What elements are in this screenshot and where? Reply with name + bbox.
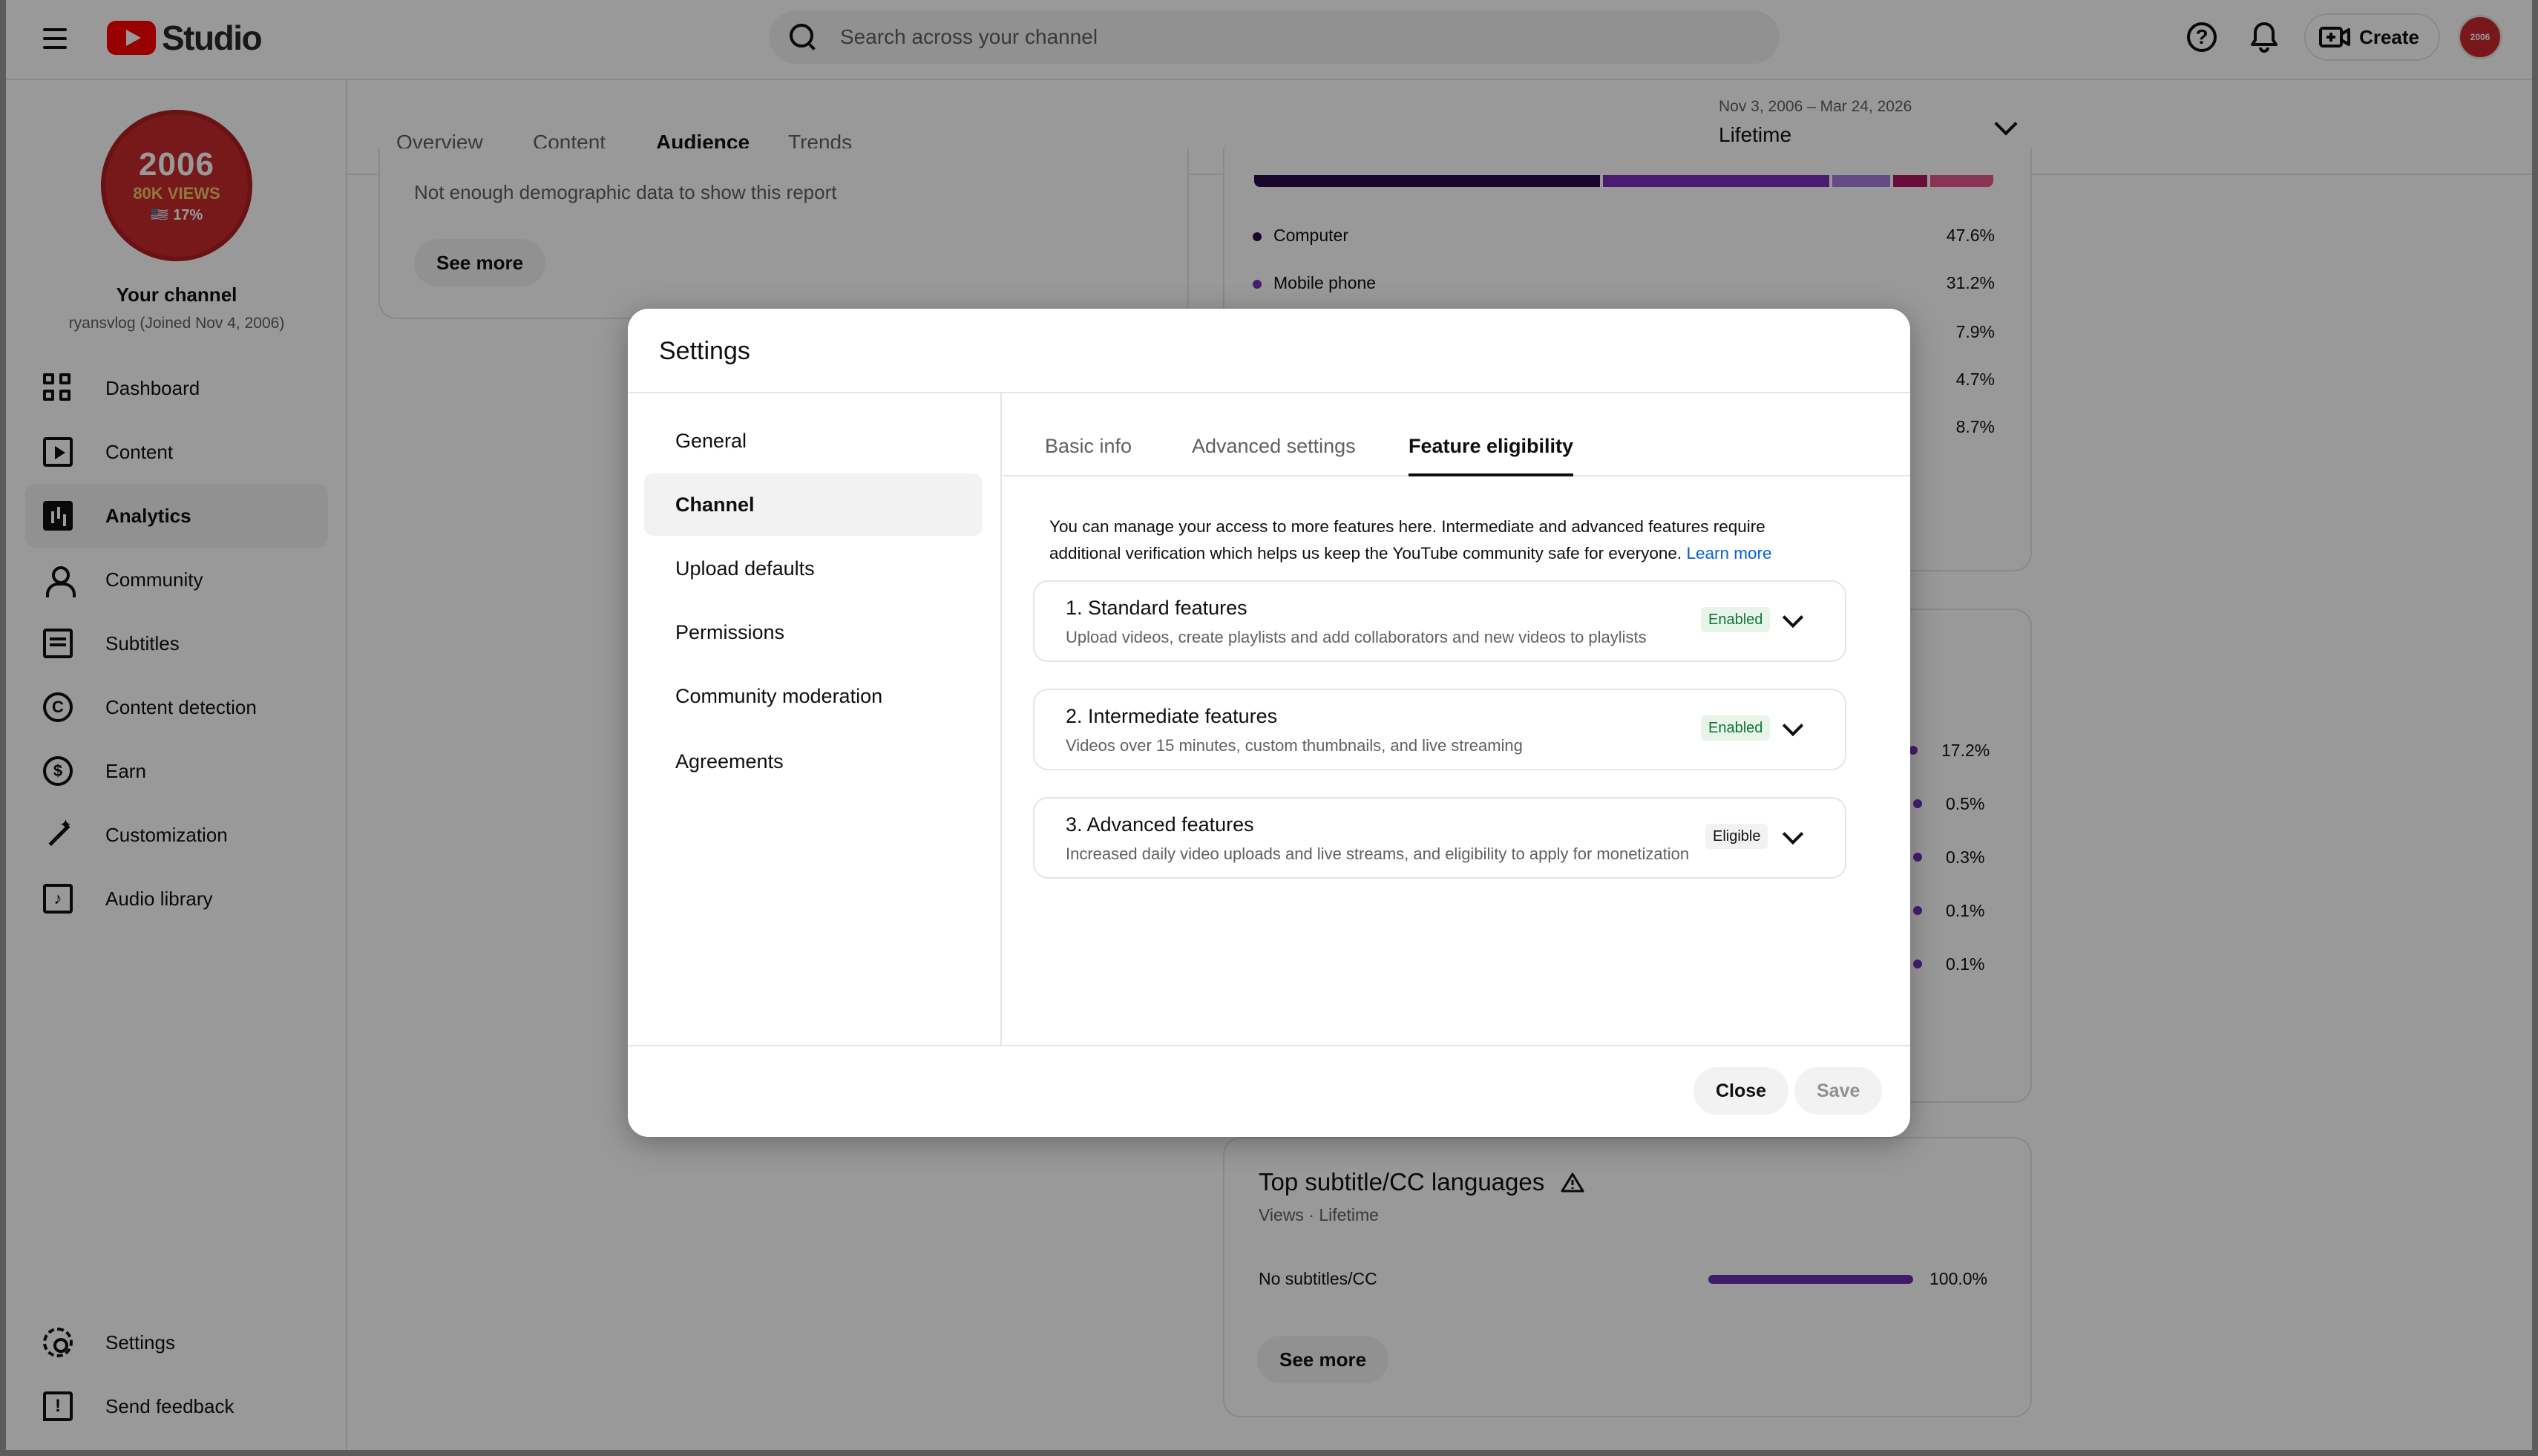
settings-menu-agreements[interactable]: Agreements — [644, 730, 983, 793]
status-badge: Enabled — [1701, 715, 1771, 741]
feature-title: 3. Advanced features — [1066, 813, 1254, 836]
close-button[interactable]: Close — [1693, 1067, 1789, 1115]
settings-menu-channel[interactable]: Channel — [644, 473, 983, 536]
standard-features-panel[interactable]: 1. Standard features Upload videos, crea… — [1033, 580, 1846, 662]
feature-description: Videos over 15 minutes, custom thumbnail… — [1066, 736, 1523, 755]
feature-eligibility-intro: You can manage your access to more featu… — [1049, 514, 1836, 567]
tab-advanced-settings[interactable]: Advanced settings — [1192, 435, 1356, 458]
feature-title: 2. Intermediate features — [1066, 705, 1278, 727]
chevron-down-icon[interactable] — [1782, 823, 1804, 845]
feature-description: Upload videos, create playlists and add … — [1066, 628, 1647, 646]
dialog-title: Settings — [659, 337, 750, 365]
channel-settings-tabs: Basic info Advanced settings Feature eli… — [1003, 393, 1910, 476]
feature-description: Increased daily video uploads and live s… — [1066, 845, 1690, 863]
intermediate-features-panel[interactable]: 2. Intermediate features Videos over 15 … — [1033, 689, 1846, 770]
settings-menu-permissions[interactable]: Permissions — [644, 601, 983, 663]
feature-title: 1. Standard features — [1066, 597, 1247, 619]
settings-menu: General Channel Upload defaults Permissi… — [628, 393, 1002, 1046]
settings-menu-community-moderation[interactable]: Community moderation — [644, 665, 983, 727]
tab-feature-eligibility[interactable]: Feature eligibility — [1409, 435, 1574, 476]
intro-text: You can manage your access to more featu… — [1049, 517, 1765, 563]
settings-dialog: Settings General Channel Upload defaults… — [628, 309, 1910, 1137]
settings-menu-general[interactable]: General — [644, 410, 983, 472]
learn-more-link[interactable]: Learn more — [1686, 544, 1771, 563]
chevron-down-icon[interactable] — [1782, 606, 1804, 629]
tab-basic-info[interactable]: Basic info — [1045, 435, 1132, 458]
settings-menu-upload-defaults[interactable]: Upload defaults — [644, 537, 983, 600]
save-button[interactable]: Save — [1794, 1067, 1883, 1115]
advanced-features-panel[interactable]: 3. Advanced features Increased daily vid… — [1033, 797, 1846, 879]
status-badge: Eligible — [1705, 824, 1768, 849]
chevron-down-icon[interactable] — [1782, 715, 1804, 737]
status-badge: Enabled — [1701, 607, 1771, 632]
divider — [628, 1045, 1910, 1046]
